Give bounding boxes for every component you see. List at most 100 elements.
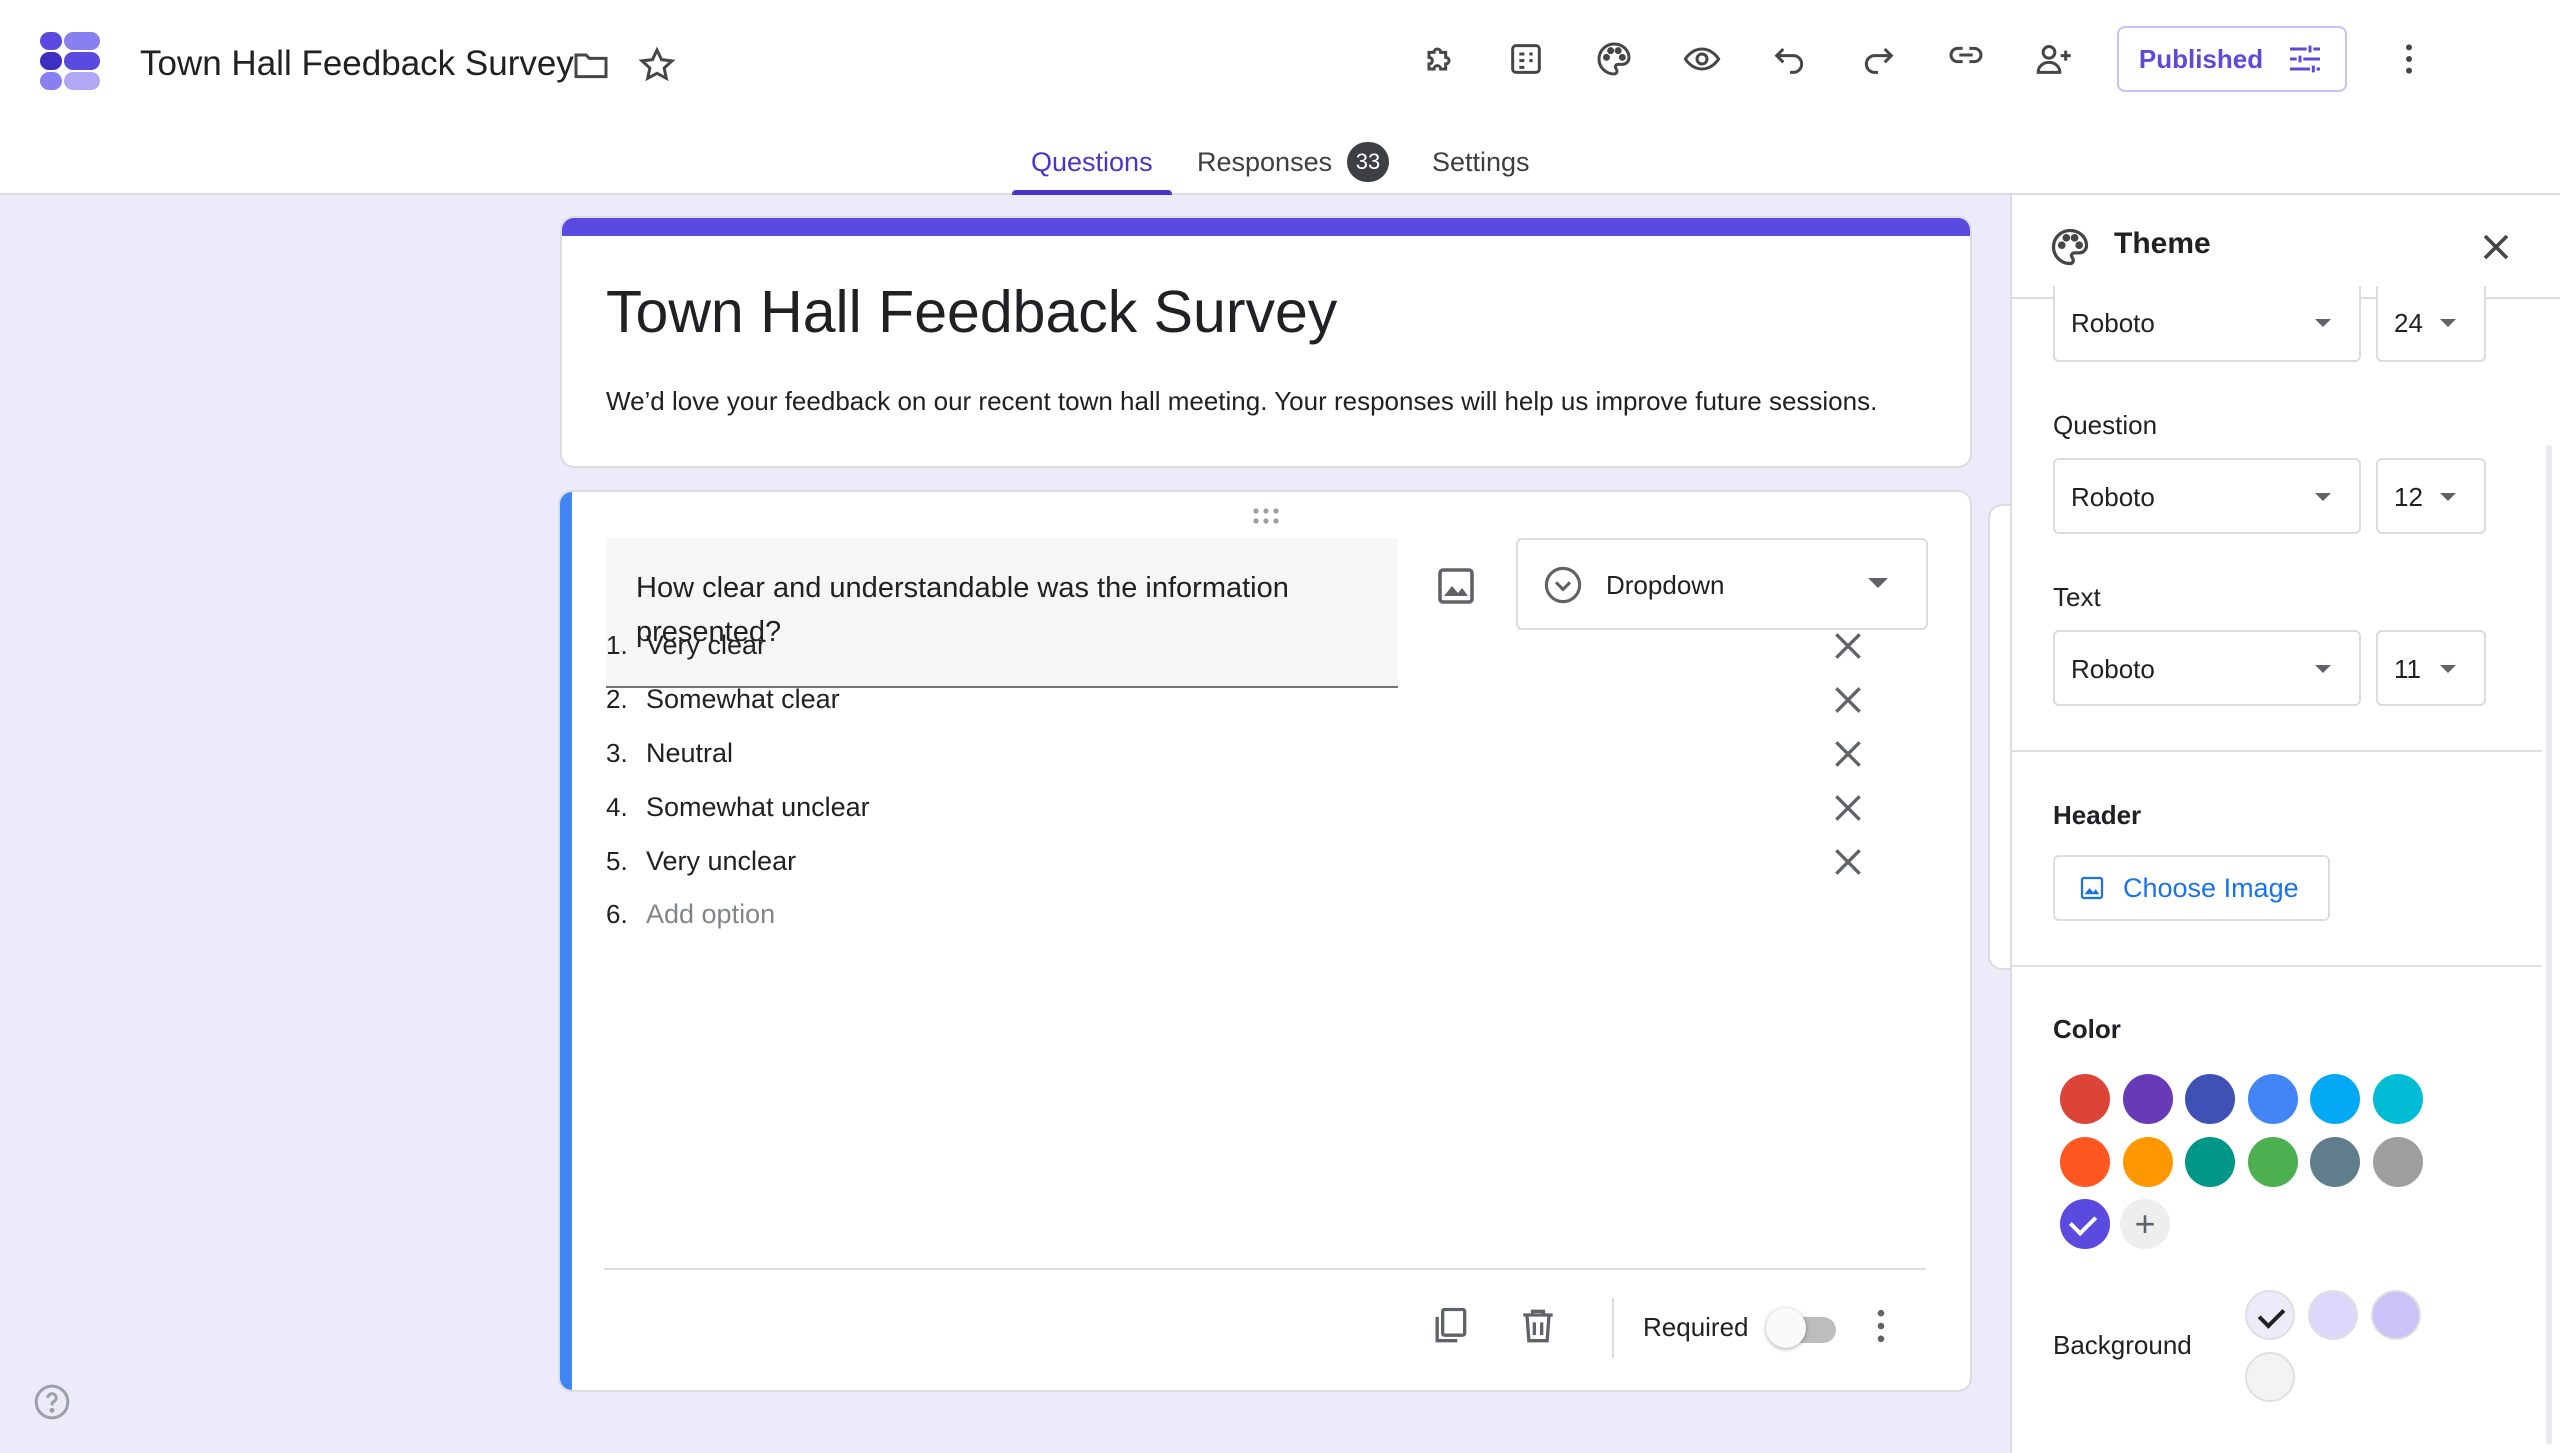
customize-icon[interactable] (1498, 31, 1554, 87)
preview-icon[interactable] (1674, 31, 1730, 87)
tab-responses[interactable]: Responses (1197, 138, 1332, 186)
color-swatch[interactable] (2185, 1074, 2235, 1124)
required-toggle-knob[interactable] (1766, 1308, 1806, 1348)
question-size-select[interactable]: 12 (2376, 458, 2486, 534)
option-number: 5. (606, 846, 628, 876)
color-swatch[interactable] (2060, 1074, 2110, 1124)
addon-icon[interactable] (1411, 31, 1467, 87)
remove-option-icon[interactable] (1828, 734, 1868, 774)
published-label: Published (2138, 43, 2264, 74)
text-font-select[interactable]: Roboto (2053, 630, 2361, 706)
color-swatch[interactable] (2247, 1136, 2298, 1187)
remove-option-icon[interactable] (1828, 626, 1868, 666)
remove-option-icon[interactable] (1828, 842, 1868, 882)
background-swatch[interactable] (2371, 1290, 2421, 1340)
more-vert-icon[interactable] (2381, 31, 2437, 87)
theme-accent-bar (562, 218, 1970, 236)
caret-down-icon (2315, 665, 2331, 673)
option-row-3[interactable]: 3. Neutral (606, 724, 1946, 784)
form-description[interactable]: We’d love your feedback on our recent to… (606, 386, 1877, 417)
caret-down-icon (2440, 665, 2456, 673)
remove-option-icon[interactable] (1828, 788, 1868, 828)
form-header-card[interactable]: Town Hall Feedback Survey We’d love your… (560, 216, 1972, 468)
palette-icon (2048, 225, 2092, 269)
question-more-icon[interactable] (1859, 1304, 1903, 1348)
background-swatch[interactable] (2245, 1352, 2295, 1402)
forms-logo[interactable] (38, 30, 102, 94)
color-swatch[interactable] (2122, 1136, 2173, 1187)
delete-icon[interactable] (1516, 1304, 1560, 1348)
option-label[interactable]: Very unclear (646, 846, 796, 877)
option-label[interactable]: Very clear (646, 630, 766, 661)
text-size-select[interactable]: 11 (2376, 630, 2486, 706)
option-label[interactable]: Somewhat unclear (646, 792, 870, 823)
add-image-icon[interactable] (1432, 562, 1480, 610)
color-swatch[interactable] (2310, 1074, 2360, 1124)
tab-questions[interactable]: Questions (1031, 138, 1153, 186)
active-tab-indicator (1012, 190, 1172, 195)
link-icon[interactable] (1938, 27, 1994, 83)
color-section-label: Color (2053, 1014, 2121, 1044)
drag-handle-icon[interactable] (1250, 506, 1282, 526)
color-swatch[interactable] (2185, 1136, 2235, 1187)
form-title[interactable]: Town Hall Feedback Survey (606, 278, 1337, 346)
caret-down-icon (2315, 319, 2331, 327)
undo-icon[interactable] (1762, 31, 1818, 87)
option-row-4[interactable]: 4. Somewhat unclear (606, 778, 1946, 838)
close-icon[interactable] (2474, 225, 2518, 269)
folder-icon[interactable] (563, 37, 619, 93)
option-number: 2. (606, 684, 628, 714)
color-swatch[interactable] (2060, 1136, 2110, 1187)
add-option-row[interactable]: 6. Add option (606, 885, 1946, 945)
color-swatch[interactable] (2310, 1136, 2360, 1187)
floating-toolbar[interactable] (1988, 504, 2012, 970)
add-option-label[interactable]: Add option (646, 899, 775, 930)
option-row-5[interactable]: 5. Very unclear (606, 832, 1946, 892)
color-swatch[interactable] (2372, 1074, 2423, 1124)
palette-icon[interactable] (1586, 31, 1642, 87)
color-swatch[interactable] (2122, 1074, 2173, 1124)
image-icon (2080, 876, 2104, 900)
header-size-select[interactable]: 24 (2376, 286, 2486, 362)
remove-option-icon[interactable] (1828, 680, 1868, 720)
background-swatch[interactable] (2308, 1290, 2358, 1340)
panel-divider (2012, 750, 2542, 752)
add-collaborator-icon[interactable] (2026, 31, 2082, 87)
option-number: 6. (606, 899, 628, 929)
question-font-value: Roboto (2071, 482, 2155, 512)
document-title[interactable]: Town Hall Feedback Survey (140, 40, 574, 88)
responses-count-badge: 33 (1347, 142, 1389, 182)
duplicate-icon[interactable] (1428, 1304, 1472, 1348)
header-section-label: Header (2053, 800, 2142, 830)
color-swatch[interactable] (2060, 1199, 2110, 1249)
option-number: 1. (606, 630, 628, 660)
panel-scrollbar[interactable] (2546, 445, 2552, 1445)
option-row-2[interactable]: 2. Somewhat clear (606, 670, 1946, 730)
published-button[interactable]: Published (2117, 26, 2347, 92)
active-question-indicator (560, 492, 572, 1390)
color-swatch[interactable] (2247, 1074, 2298, 1124)
color-swatch[interactable] (2372, 1136, 2423, 1187)
tune-icon (2290, 45, 2321, 73)
background-section-label: Background (2053, 1330, 2192, 1360)
background-swatch[interactable] (2245, 1290, 2295, 1340)
add-custom-color-icon[interactable]: + (2120, 1199, 2170, 1249)
option-number: 3. (606, 738, 628, 768)
caret-down-icon (2315, 493, 2331, 501)
choose-image-button[interactable]: Choose Image (2053, 855, 2330, 921)
option-label[interactable]: Somewhat clear (646, 684, 840, 715)
header-font-select[interactable]: Roboto (2053, 286, 2361, 362)
question-footer-divider (604, 1268, 1926, 1270)
question-card[interactable]: How clear and understandable was the inf… (558, 490, 1972, 1392)
option-label[interactable]: Neutral (646, 738, 733, 769)
question-font-select[interactable]: Roboto (2053, 458, 2361, 534)
header-font-value: Roboto (2071, 308, 2155, 338)
redo-icon[interactable] (1850, 31, 1906, 87)
choose-image-label: Choose Image (2123, 872, 2299, 903)
dropdown-circle-icon (1542, 564, 1584, 606)
star-icon[interactable] (629, 37, 685, 93)
help-icon[interactable] (32, 1382, 72, 1422)
tab-settings[interactable]: Settings (1432, 138, 1530, 186)
text-size-value: 11 (2394, 654, 2421, 684)
option-row-1[interactable]: 1. Very clear (606, 616, 1946, 676)
